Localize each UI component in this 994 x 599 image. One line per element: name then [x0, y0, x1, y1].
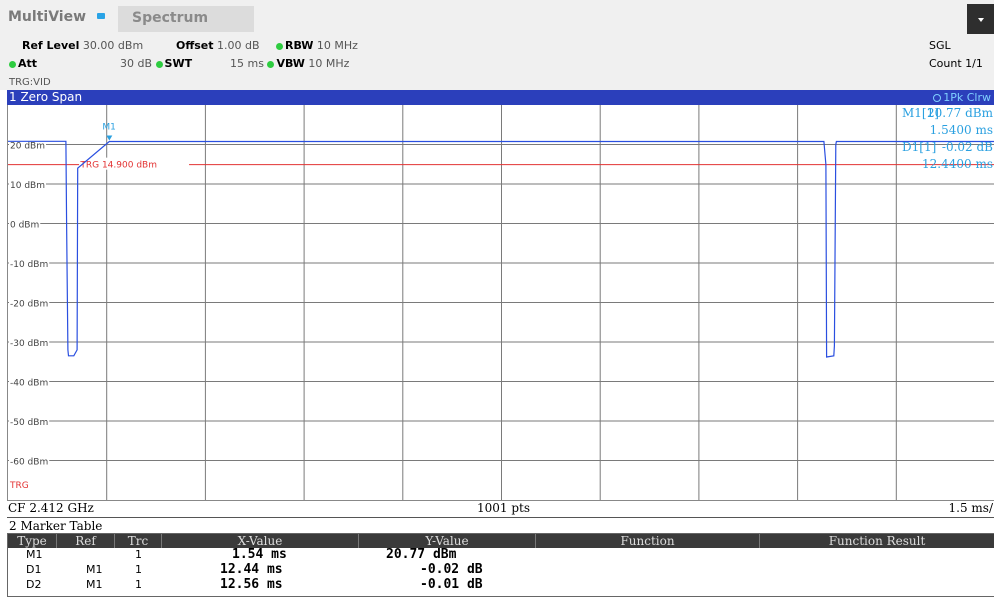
- trigger-bottom-label: TRG: [9, 481, 29, 491]
- chevron-down-icon: [978, 18, 984, 22]
- sweep-mode[interactable]: SGL: [929, 39, 951, 52]
- row-x-value: 12.56 ms: [220, 577, 283, 592]
- window-header[interactable]: 1 Zero Span 1Pk Clrw: [7, 90, 994, 105]
- spectrum-plot[interactable]: 20 dBm 10 dBm 0 dBm -10 dBm -20 dBm -30 dBm -4…: [7, 105, 994, 500]
- marker-info-value: -0.02 dB: [942, 140, 993, 154]
- row-trc: 1: [135, 548, 142, 561]
- row-ref: M1: [86, 563, 103, 576]
- vbw-status-icon: [267, 60, 275, 68]
- y-tick-label: 10 dBm: [10, 181, 45, 191]
- column-x-value: X-Value: [162, 534, 359, 548]
- marker-table-header[interactable]: 2 Marker Table: [7, 517, 994, 533]
- att-value: 30 dB: [120, 57, 153, 70]
- y-tick-label: -20 dBm: [10, 300, 48, 310]
- trace-dot-icon: [933, 94, 942, 102]
- offset-value: 1.00 dB: [217, 39, 260, 52]
- center-frequency[interactable]: CF 2.412 GHz: [8, 501, 94, 515]
- ref-level-value: 30.00 dBm: [82, 39, 144, 52]
- column-trc: Trc: [115, 534, 162, 548]
- trigger-level-label: TRG 14.900 dBm: [79, 161, 157, 171]
- window-title: 1 Zero Span: [9, 90, 83, 104]
- rbw-label: RBW: [285, 39, 314, 52]
- swt-value: 15 ms: [230, 57, 264, 70]
- row-type: D1: [26, 563, 42, 576]
- marker-info-value: 1.5400 ms: [930, 123, 993, 137]
- y-tick-label: -30 dBm: [10, 339, 48, 349]
- y-tick-label: 20 dBm: [10, 142, 45, 152]
- swt-label: SWT: [164, 57, 193, 70]
- vbw-label: VBW: [276, 57, 305, 70]
- row-y-value: -0.02 dB: [420, 562, 483, 577]
- top-bar: MultiView Spectrum: [0, 0, 994, 37]
- y-tick-label: -10 dBm: [10, 260, 48, 270]
- column-function-result: Function Result: [828, 534, 926, 548]
- trace-indicator[interactable]: 1Pk Clrw: [933, 91, 991, 104]
- row-x-value: 12.44 ms: [220, 562, 283, 577]
- trigger-source: TRG:VID: [9, 77, 51, 88]
- marker-info-value: 12.4400 ms: [922, 157, 993, 171]
- table-row[interactable]: D1 M1 1 12.44 ms -0.02 dB: [8, 562, 994, 577]
- ref-level-label: Ref Level: [22, 39, 80, 52]
- row-trc: 1: [135, 563, 142, 576]
- marker-m1-icon: [106, 135, 113, 141]
- swt-status-icon: [155, 60, 163, 68]
- plot-svg: 20 dBm 10 dBm 0 dBm -10 dBm -20 dBm -30 dBm -4…: [8, 105, 994, 500]
- trace-label: 1Pk Clrw: [943, 91, 991, 104]
- ref-level-setting[interactable]: Ref Level 30.00 dBm: [22, 39, 143, 52]
- sweep-count: Count 1/1: [929, 57, 983, 70]
- y-tick-label: 0 dBm: [10, 221, 39, 231]
- column-y-value: Y-Value: [359, 534, 536, 548]
- att-status-icon: [9, 60, 16, 68]
- marker-m1-label: M1: [102, 122, 116, 132]
- att-value-setting[interactable]: 30 dB SWT: [120, 57, 192, 70]
- vbw-value: 10 MHz: [308, 57, 350, 70]
- row-ref: M1: [86, 578, 103, 591]
- att-label: Att: [18, 57, 38, 70]
- rbw-status-icon: [276, 42, 283, 50]
- row-type: D2: [26, 578, 42, 591]
- column-type: Type: [8, 534, 57, 548]
- rbw-setting[interactable]: RBW 10 MHz: [276, 39, 358, 52]
- row-x-value: 1.54 ms: [232, 547, 287, 562]
- offset-label: Offset: [176, 39, 214, 52]
- att-setting[interactable]: Att: [9, 57, 37, 70]
- column-ref: Ref: [57, 534, 115, 548]
- settings-panel: Ref Level 30.00 dBm Offset 1.00 dB RBW 1…: [0, 34, 994, 90]
- offset-setting[interactable]: Offset 1.00 dB: [176, 39, 260, 52]
- time-per-division[interactable]: 1.5 ms/: [949, 501, 993, 515]
- sweep-points[interactable]: 1001 pts: [477, 501, 530, 515]
- app-title[interactable]: MultiView: [8, 9, 86, 25]
- tab-spectrum[interactable]: Spectrum: [118, 6, 254, 32]
- row-type: M1: [26, 548, 43, 561]
- y-tick-label: -50 dBm: [10, 418, 48, 428]
- row-y-value: 20.77 dBm: [386, 547, 457, 562]
- table-row[interactable]: M1 1 1.54 ms 20.77 dBm: [8, 547, 994, 562]
- plot-footer: CF 2.412 GHz 1001 pts 1.5 ms/: [7, 500, 994, 516]
- marker-info-value: 20.77 dBm: [927, 106, 994, 120]
- row-trc: 1: [135, 578, 142, 591]
- y-tick-label: -40 dBm: [10, 379, 48, 389]
- marker-table-title: 2 Marker Table: [9, 519, 103, 533]
- row-y-value: -0.01 dB: [420, 577, 483, 592]
- column-function: Function: [536, 534, 760, 548]
- tab-indicator-icon: [97, 13, 105, 19]
- y-tick-label: -60 dBm: [10, 458, 48, 468]
- swt-value-setting[interactable]: 15 ms VBW 10 MHz: [230, 57, 349, 70]
- marker-table-columns: Type Ref Trc X-Value Y-Value Function Fu…: [8, 534, 994, 548]
- marker-table: Type Ref Trc X-Value Y-Value Function Fu…: [7, 533, 994, 597]
- marker-info-name: D1[1]: [902, 140, 936, 154]
- rbw-value: 10 MHz: [316, 39, 358, 52]
- menu-button[interactable]: [967, 4, 994, 37]
- table-row[interactable]: D2 M1 1 12.56 ms -0.01 dB: [8, 577, 994, 592]
- tab-spectrum-label: Spectrum: [132, 10, 209, 26]
